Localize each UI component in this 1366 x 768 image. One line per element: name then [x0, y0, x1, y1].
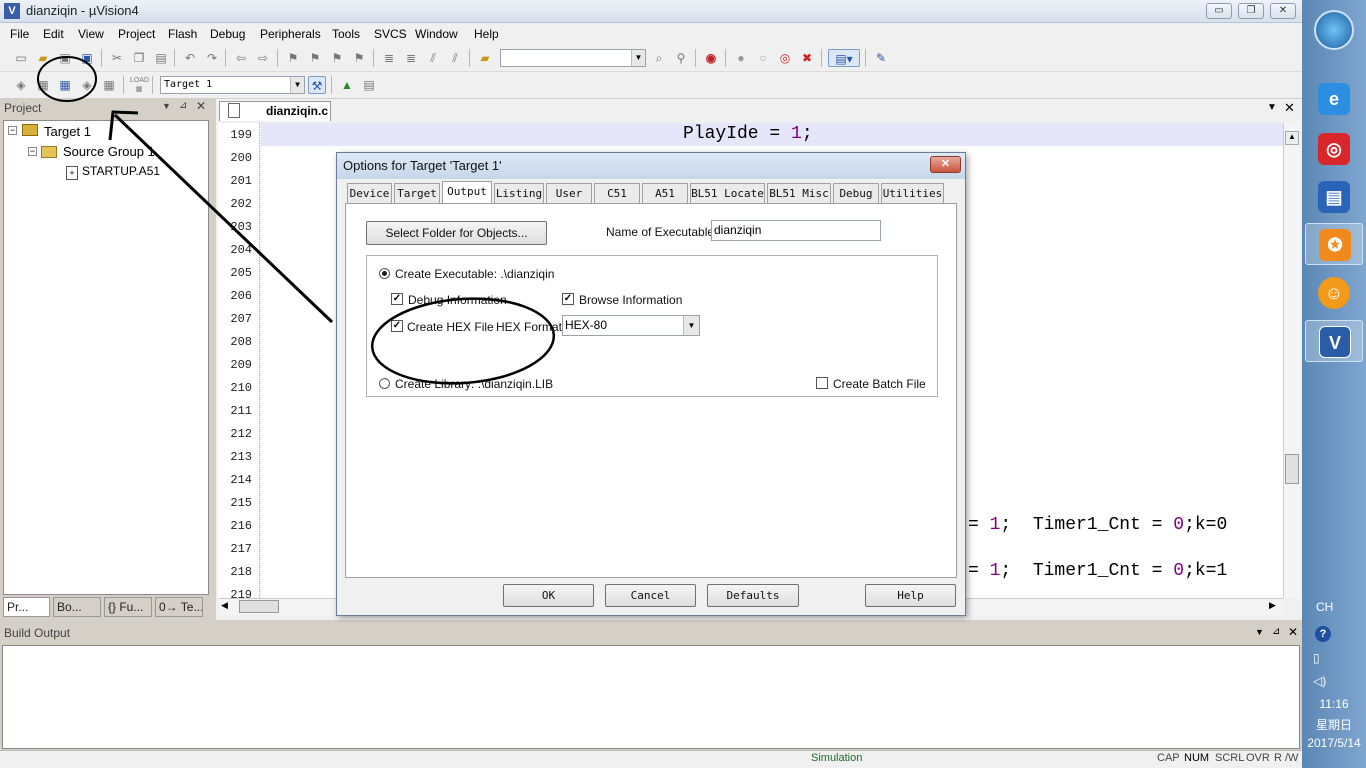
help-icon[interactable]: ? [1315, 626, 1331, 642]
clock-date: 2017/5/14 [1307, 736, 1361, 750]
language-indicator[interactable]: CH [1316, 600, 1333, 614]
taskbar-ie[interactable]: e [1305, 78, 1363, 120]
volume-icon[interactable]: ◁) [1313, 674, 1326, 688]
music-icon: ◎ [1318, 133, 1350, 165]
taskbar-video[interactable]: ▤ [1305, 176, 1363, 218]
taskbar-qq-browser[interactable]: ☺ [1305, 272, 1363, 314]
uvision-icon: V [1319, 326, 1351, 358]
monkey-icon: ☺ [1318, 277, 1350, 309]
taskbar-netease-music[interactable]: ◎ [1305, 128, 1363, 170]
taskbar-uc-browser[interactable]: ✪ [1305, 223, 1363, 265]
ie-icon: e [1318, 83, 1350, 115]
start-button[interactable] [1314, 10, 1354, 50]
annotation-circle-hex [370, 297, 556, 385]
uc-browser-icon: ✪ [1319, 229, 1351, 261]
battery-icon[interactable]: ▯ [1313, 651, 1320, 665]
annotation-arrow-line [113, 113, 334, 324]
annotation-overlay [37, 56, 556, 385]
clock-time[interactable]: 11:16 [1302, 697, 1366, 711]
video-icon: ▤ [1318, 181, 1350, 213]
annotation-circle-toolbar [37, 56, 97, 102]
clock-weekday: 星期日 [1315, 718, 1352, 732]
taskbar-uvision[interactable]: V [1305, 320, 1363, 362]
